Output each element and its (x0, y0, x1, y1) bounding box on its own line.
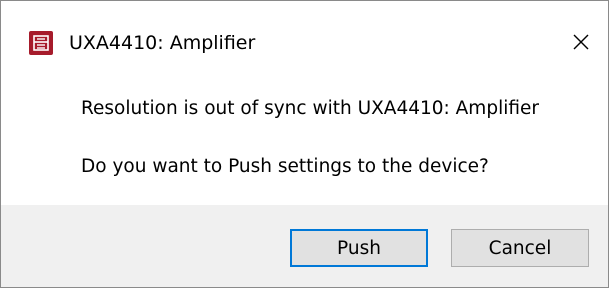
close-button[interactable] (558, 19, 604, 65)
sync-warning-message: Resolution is out of sync with UXA4410: … (81, 98, 539, 119)
push-question-message: Do you want to Push settings to the devi… (81, 156, 489, 177)
push-button[interactable]: Push (290, 229, 428, 267)
cancel-button[interactable]: Cancel (451, 229, 589, 267)
dialog-window: UXA4410: Amplifier Resolution is out of … (0, 0, 609, 288)
button-bar: Push Cancel (1, 205, 608, 287)
app-logo-icon (29, 31, 53, 55)
dialog-content: Resolution is out of sync with UXA4410: … (1, 85, 608, 205)
title-bar: UXA4410: Amplifier (1, 1, 608, 85)
window-title: UXA4410: Amplifier (69, 32, 256, 54)
close-icon (573, 34, 589, 50)
